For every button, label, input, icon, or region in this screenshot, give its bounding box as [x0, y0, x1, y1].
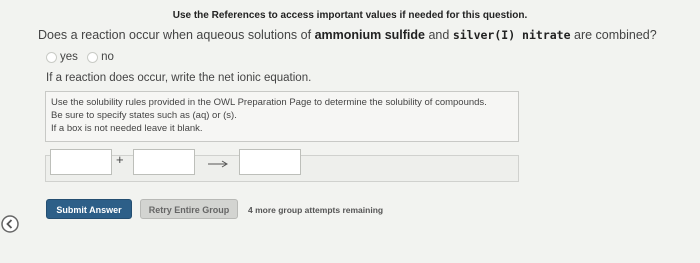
option-yes[interactable]: yes	[46, 51, 78, 63]
rule-line: If a box is not needed leave it blank.	[51, 123, 203, 134]
solubility-rules-box: Use the solubility rules provided in the…	[45, 91, 519, 142]
references-note: Use the References to access important v…	[172, 10, 528, 21]
reactant-box-2[interactable]	[133, 149, 195, 175]
product-box[interactable]	[239, 149, 301, 175]
submit-answer-button[interactable]: Submit Answer	[46, 199, 132, 219]
option-no[interactable]: no	[87, 51, 114, 63]
question-text: Does a reaction occur when aqueous solut…	[38, 28, 657, 42]
plus-sign: +	[116, 152, 124, 167]
rule-line: Be sure to specify states such as (aq) o…	[51, 110, 237, 121]
back-arrow-icon[interactable]	[0, 214, 20, 234]
reactant-1: ammonium sulfide	[314, 28, 425, 42]
attempts-remaining: 4 more group attempts remaining	[248, 205, 384, 215]
reaction-arrow-icon	[208, 160, 228, 168]
retry-entire-group-button[interactable]: Retry Entire Group	[140, 199, 238, 219]
answer-options: yes no	[46, 51, 120, 66]
radio-yes[interactable]	[46, 51, 57, 63]
reactant-2: silver(I) nitrate	[452, 28, 571, 42]
rule-line: Use the solubility rules provided in the…	[51, 97, 487, 108]
reactant-box-1[interactable]	[50, 149, 112, 175]
question-panel: Use the References to access important v…	[0, 0, 700, 263]
instruction-text: If a reaction does occur, write the net …	[46, 72, 312, 84]
radio-no[interactable]	[87, 51, 99, 63]
